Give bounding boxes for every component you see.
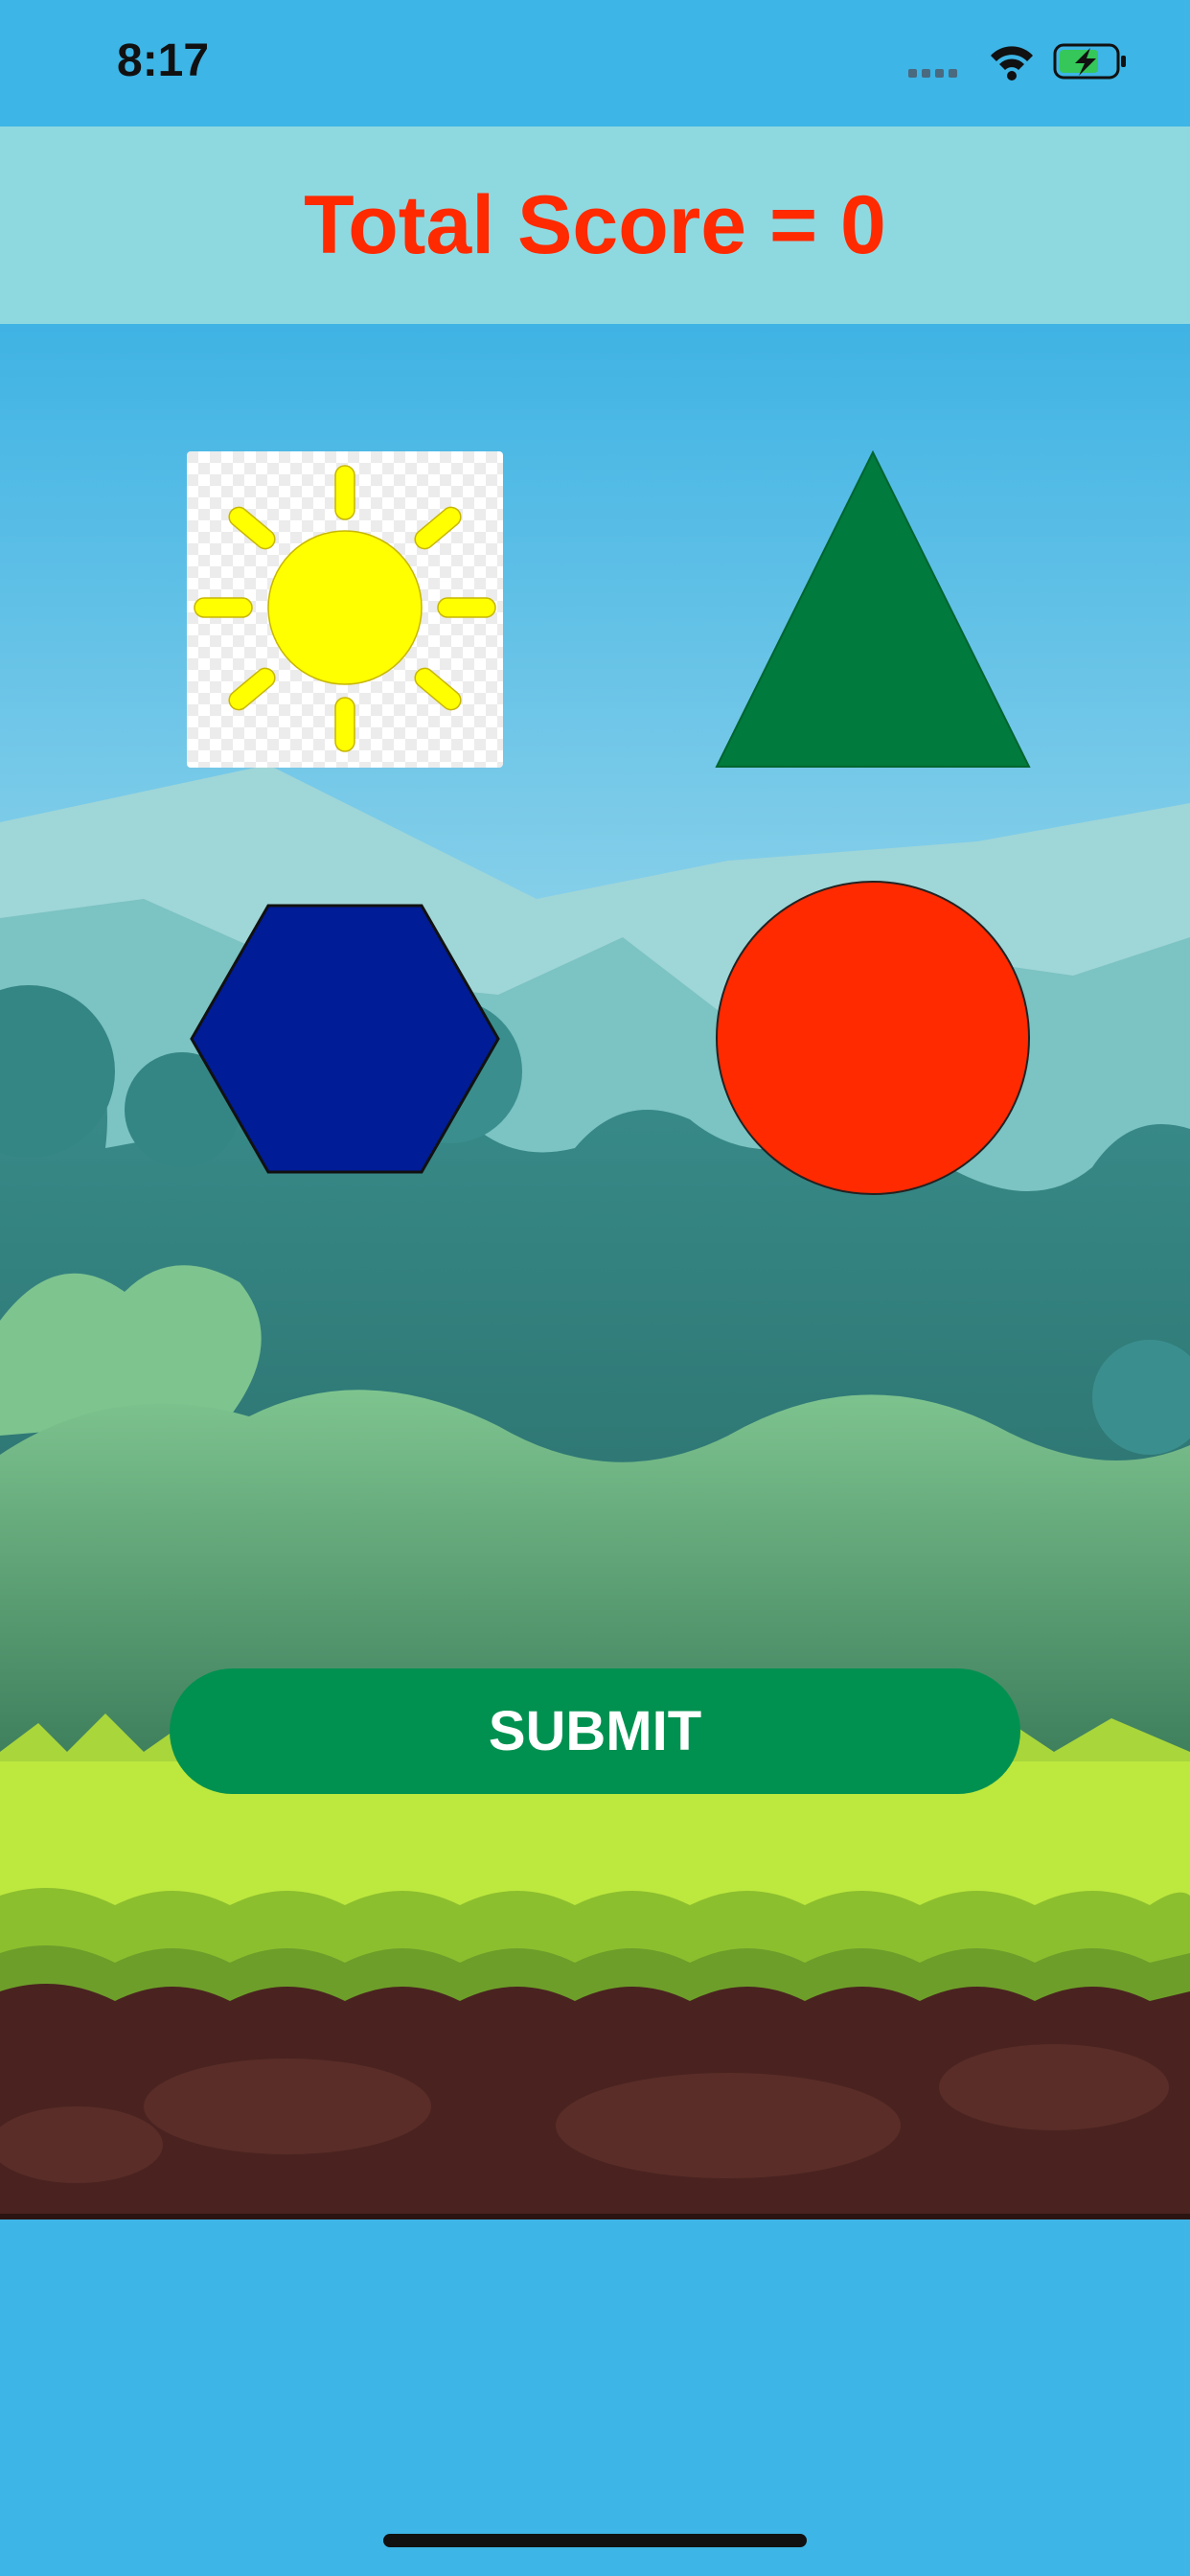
signal-icon xyxy=(908,69,957,78)
home-indicator[interactable] xyxy=(383,2534,807,2547)
hexagon-shape[interactable] xyxy=(190,904,500,1174)
status-time: 8:17 xyxy=(117,35,210,86)
wifi-icon xyxy=(991,46,1033,80)
game-scene: SUBMIT xyxy=(0,324,1190,2220)
sun-shape[interactable] xyxy=(187,451,503,768)
triangle-shape[interactable] xyxy=(715,449,1031,769)
total-score-label: Total Score = 0 xyxy=(304,178,886,271)
status-icons xyxy=(908,42,1129,89)
circle-shape[interactable] xyxy=(715,880,1031,1196)
submit-button[interactable]: SUBMIT xyxy=(170,1668,1020,1794)
status-bar: 8:17 xyxy=(0,0,1190,126)
battery-charging-icon xyxy=(1053,43,1126,80)
score-header: Total Score = 0 xyxy=(0,126,1190,324)
